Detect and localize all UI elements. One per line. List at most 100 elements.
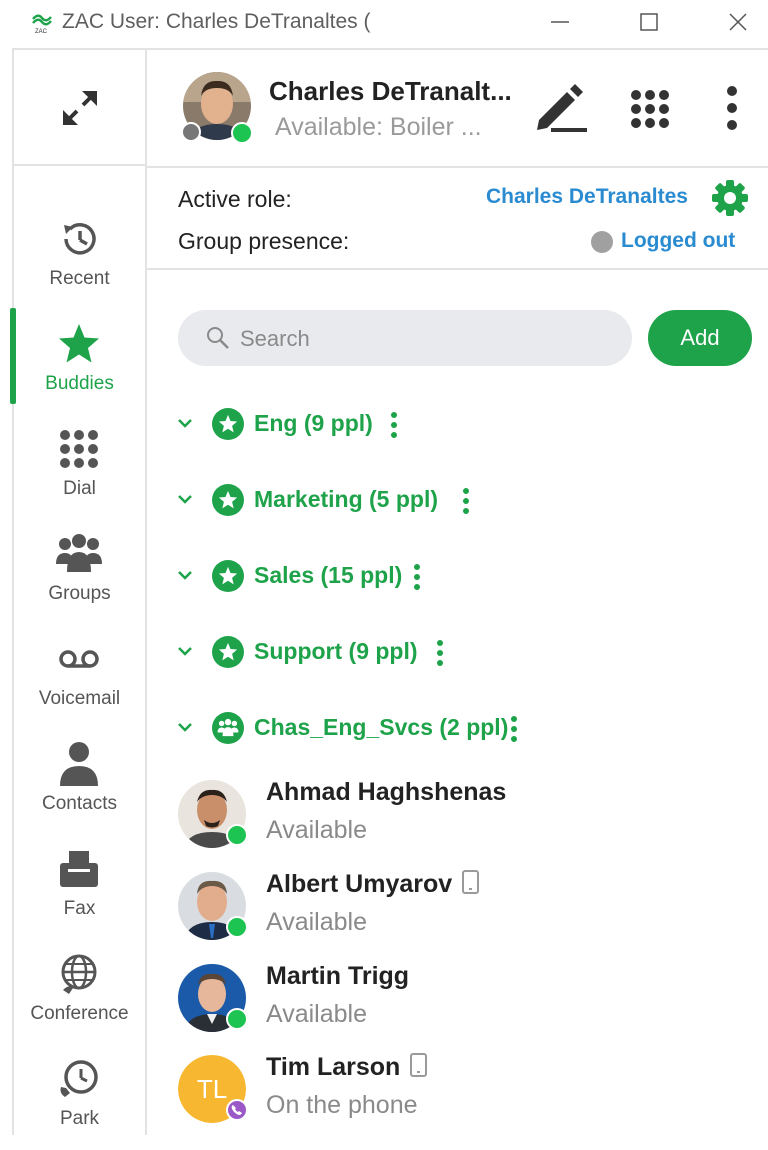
star-group-icon bbox=[212, 560, 244, 592]
group-name: Support (9 ppl) bbox=[254, 638, 418, 664]
group-menu-icon[interactable] bbox=[510, 716, 518, 742]
buddy-status: Available bbox=[266, 1000, 368, 1028]
star-icon bbox=[54, 319, 104, 369]
chevron-down-icon bbox=[178, 419, 192, 428]
buddy-row[interactable]: TL Tim Larson On the phone bbox=[170, 1051, 760, 1141]
group-row-marketing[interactable]: Marketing (5 ppl) bbox=[170, 480, 760, 520]
close-button[interactable] bbox=[718, 6, 758, 38]
star-group-icon bbox=[212, 636, 244, 668]
phone-icon bbox=[231, 1105, 242, 1115]
sidebar: Recent Buddies Dial Groups Voicemail Con… bbox=[14, 50, 145, 1135]
link-icon bbox=[181, 122, 201, 142]
sidebar-item-buddies[interactable]: Buddies bbox=[14, 315, 145, 415]
sidebar-item-voicemail[interactable]: Voicemail bbox=[14, 630, 145, 730]
globe-icon bbox=[54, 949, 104, 999]
chevron-down-icon bbox=[178, 723, 192, 732]
buddy-name: Martin Trigg bbox=[266, 962, 410, 990]
people-group-icon bbox=[212, 712, 244, 744]
svg-text:ZAC: ZAC bbox=[35, 29, 48, 34]
chevron-down-icon bbox=[178, 495, 192, 504]
sidebar-item-label: Park bbox=[59, 1108, 100, 1129]
buddy-row[interactable]: Martin Trigg Available bbox=[170, 960, 760, 1050]
sidebar-item-label: Buddies bbox=[45, 373, 114, 394]
star-group-icon bbox=[212, 408, 244, 440]
dialpad-icon bbox=[631, 90, 669, 128]
group-name: Marketing (5 ppl) bbox=[254, 486, 439, 512]
maximize-button[interactable] bbox=[629, 6, 669, 38]
gear-icon bbox=[712, 180, 748, 216]
buddy-status: On the phone bbox=[266, 1091, 418, 1119]
group-row-sales[interactable]: Sales (15 ppl) bbox=[170, 556, 760, 596]
active-role-label: Active role: bbox=[178, 186, 292, 212]
chevron-down-icon bbox=[178, 647, 192, 656]
active-nav-indicator bbox=[10, 308, 16, 404]
buddy-status: Available bbox=[266, 816, 368, 844]
sidebar-item-label: Dial bbox=[63, 478, 96, 499]
mobile-phone-icon bbox=[410, 1053, 428, 1077]
add-button[interactable]: Add bbox=[648, 310, 752, 366]
presence-indicator bbox=[226, 824, 248, 846]
sidebar-item-park[interactable]: Park bbox=[14, 1050, 145, 1150]
sidebar-item-dial[interactable]: Dial bbox=[14, 420, 145, 520]
sidebar-item-label: Contacts bbox=[42, 793, 117, 814]
sidebar-item-groups[interactable]: Groups bbox=[14, 525, 145, 625]
people-icon bbox=[54, 529, 104, 579]
buddy-row[interactable]: Albert Umyarov Available bbox=[170, 868, 760, 958]
group-name: Chas_Eng_Svcs (2 ppl) bbox=[254, 714, 509, 740]
group-menu-icon[interactable] bbox=[390, 412, 398, 438]
sidebar-item-contacts[interactable]: Contacts bbox=[14, 735, 145, 835]
minimize-icon bbox=[551, 21, 569, 23]
dialpad-icon bbox=[54, 424, 104, 474]
sidebar-item-label: Fax bbox=[63, 898, 96, 919]
dialpad-button[interactable] bbox=[625, 84, 675, 134]
phone-clock-icon bbox=[54, 1054, 104, 1104]
divider bbox=[145, 50, 147, 1135]
buddy-name-text: Albert Umyarov bbox=[266, 870, 453, 898]
group-menu-icon[interactable] bbox=[413, 564, 421, 590]
buddy-row[interactable]: Ahmad Haghshenas Available bbox=[170, 776, 760, 866]
buddy-name-text: Tim Larson bbox=[266, 1053, 401, 1081]
user-name[interactable]: Charles DeTranalt... bbox=[269, 76, 512, 107]
presence-indicator bbox=[226, 1008, 248, 1030]
pencil-icon bbox=[537, 84, 587, 132]
group-row-eng[interactable]: Eng (9 ppl) bbox=[170, 404, 760, 444]
sidebar-item-label: Recent bbox=[49, 268, 110, 289]
user-header: Charles DeTranalt... Available: Boiler .… bbox=[147, 50, 768, 166]
person-icon bbox=[54, 739, 104, 789]
expand-button[interactable] bbox=[14, 50, 145, 165]
search-input[interactable] bbox=[238, 310, 622, 368]
search-icon bbox=[207, 327, 229, 349]
more-options-button[interactable] bbox=[717, 82, 747, 134]
star-group-icon bbox=[212, 484, 244, 516]
group-presence-value[interactable]: Logged out bbox=[621, 229, 735, 253]
divider bbox=[147, 268, 768, 270]
minimize-button[interactable] bbox=[540, 6, 580, 38]
sidebar-item-label: Groups bbox=[48, 583, 111, 604]
zac-logo-icon: ZAC bbox=[32, 14, 52, 34]
user-status[interactable]: Available: Boiler ... bbox=[275, 113, 482, 142]
buddy-name: Tim Larson bbox=[266, 1053, 428, 1082]
group-row-chas-eng-svcs[interactable]: Chas_Eng_Svcs (2 ppl) bbox=[170, 708, 760, 748]
maximize-icon bbox=[640, 13, 658, 31]
divider bbox=[147, 166, 768, 168]
search-box bbox=[178, 310, 632, 368]
fax-icon bbox=[54, 844, 104, 894]
group-menu-icon[interactable] bbox=[436, 640, 444, 666]
sidebar-item-recent[interactable]: Recent bbox=[14, 210, 145, 310]
presence-indicator bbox=[226, 916, 248, 938]
sidebar-item-label: Voicemail bbox=[38, 688, 121, 709]
group-presence-label: Group presence: bbox=[178, 228, 350, 254]
role-settings-button[interactable] bbox=[711, 179, 749, 217]
edit-status-button[interactable] bbox=[531, 82, 591, 134]
sidebar-item-fax[interactable]: Fax bbox=[14, 840, 145, 940]
group-name: Sales (15 ppl) bbox=[254, 562, 403, 588]
presence-offline-icon bbox=[591, 231, 613, 253]
voicemail-icon bbox=[54, 634, 104, 684]
mobile-phone-icon bbox=[462, 870, 480, 894]
group-row-support[interactable]: Support (9 ppl) bbox=[170, 632, 760, 672]
group-menu-icon[interactable] bbox=[462, 488, 470, 514]
active-role-value[interactable]: Charles DeTranaltes bbox=[486, 185, 688, 209]
close-icon bbox=[729, 13, 747, 31]
expand-icon bbox=[62, 90, 97, 125]
sidebar-item-conference[interactable]: Conference bbox=[14, 945, 145, 1045]
